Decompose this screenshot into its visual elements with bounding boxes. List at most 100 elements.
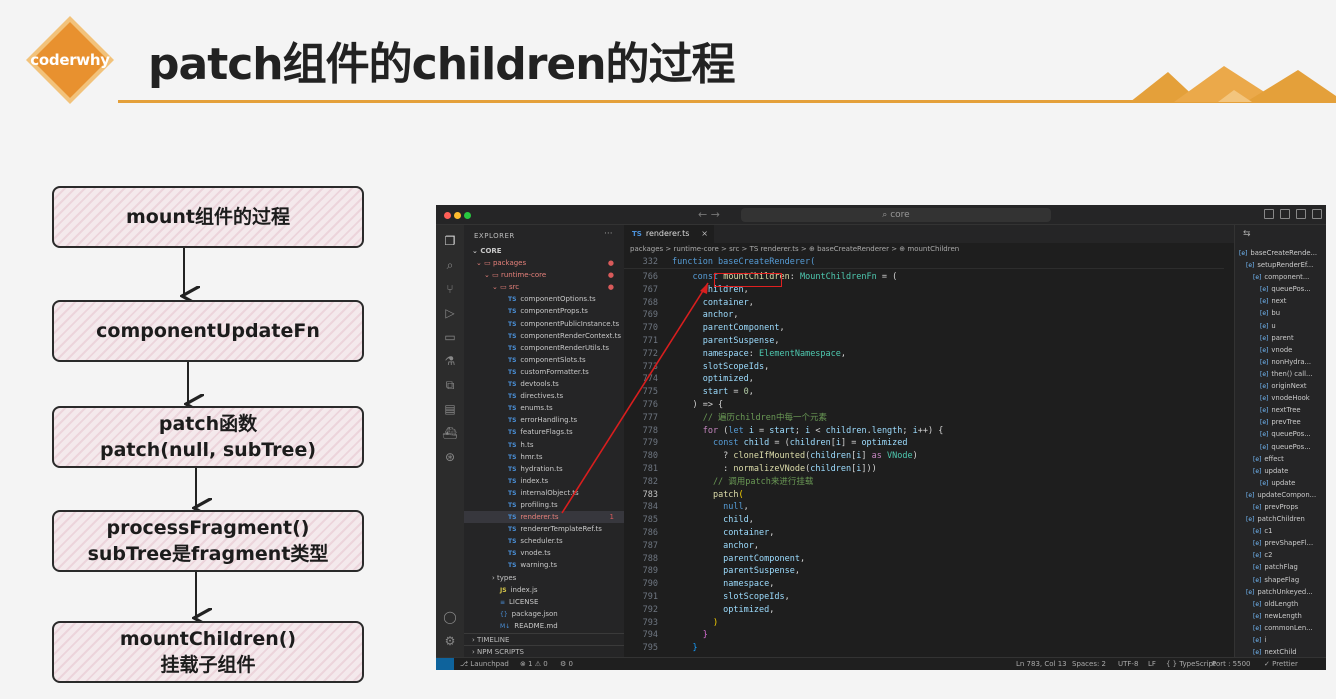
account-icon[interactable]: ◯ [442,609,458,625]
outline-item[interactable]: [e] commonLen... [1235,622,1326,634]
code-line[interactable]: 785 child, [624,514,1184,527]
outline-item[interactable]: [e] u [1235,320,1326,332]
prettier-status[interactable]: ✓ Prettier [1264,658,1298,670]
outline-item[interactable]: [e] update [1235,465,1326,477]
live-server-port[interactable]: Port : 5500 [1212,658,1251,670]
code-line[interactable]: 770 parentComponent, [624,322,1184,335]
file-tree-item[interactable]: TS directives.ts [464,390,624,402]
file-tree-item[interactable]: JS index.js [464,584,624,596]
outline-item[interactable]: [e] c1 [1235,525,1326,537]
code-line[interactable]: 777 // 遍历children中每一个元素 [624,412,1184,425]
outline-item[interactable]: [e] vnode [1235,344,1326,356]
outline-item[interactable]: [e] nextTree [1235,404,1326,416]
outline-item[interactable]: [e] shapeFlag [1235,574,1326,586]
outline-item[interactable]: [e] patchUnkeyed... [1235,586,1326,598]
file-tree-item[interactable]: TS hydration.ts [464,463,624,475]
source-control-icon[interactable]: ⑂ [442,281,458,297]
file-tree-item[interactable]: TS customFormatter.ts [464,366,624,378]
code-line[interactable]: 788 parentComponent, [624,553,1184,566]
run-debug-icon[interactable]: ▷ [442,305,458,321]
close-window-button[interactable] [444,212,451,219]
code-line[interactable]: 784 null, [624,501,1184,514]
outline-item[interactable]: [e] queuePos... [1235,441,1326,453]
code-line[interactable]: 782 // 调用patch来进行挂载 [624,476,1184,489]
outline-item[interactable]: [e] update [1235,477,1326,489]
outline-item[interactable]: [e] prevShapeFl... [1235,537,1326,549]
outline-item[interactable]: [e] patchFlag [1235,561,1326,573]
file-tree-item[interactable]: TS profiling.ts [464,499,624,511]
file-tree-item[interactable]: › types [464,572,624,584]
code-line[interactable]: 786 container, [624,527,1184,540]
language-mode[interactable]: { } TypeScript [1166,658,1216,670]
outline-item[interactable]: [e] then() call... [1235,368,1326,380]
encoding[interactable]: UTF-8 [1118,658,1138,670]
file-tree-item[interactable]: TS enums.ts [464,402,624,414]
file-tree-item[interactable]: TS devtools.ts [464,378,624,390]
file-tree-item[interactable]: TS renderer.ts 1 [464,511,624,524]
indentation[interactable]: Spaces: 2 [1072,658,1106,670]
search-icon[interactable]: ⌕ [442,257,458,273]
end-of-line[interactable]: LF [1148,658,1156,670]
code-line[interactable]: 793 ) [624,617,1184,630]
file-tree-item[interactable]: TS rendererTemplateRef.ts [464,523,624,535]
code-line[interactable]: 780 ? cloneIfMounted(children[i] as VNod… [624,450,1184,463]
timeline-section[interactable]: › TIMELINE [464,633,624,645]
code-line[interactable]: 779 const child = (children[i] = optimiz… [624,437,1184,450]
code-line[interactable]: 766 const mountChildren: MountChildrenFn… [624,271,1184,284]
file-tree-item[interactable]: M↓ README.md [464,620,624,632]
code-line[interactable]: 795 } [624,642,1184,655]
code-line[interactable]: 789 parentSuspense, [624,565,1184,578]
file-tree-item[interactable]: TS featureFlags.ts [464,426,624,438]
command-search[interactable]: ⌕ core [741,208,1051,222]
file-tree-item[interactable]: TS componentRenderUtils.ts [464,342,624,354]
outline-item[interactable]: [e] newLength [1235,610,1326,622]
file-tree-item[interactable]: TS errorHandling.ts [464,414,624,426]
outline-item[interactable]: [e] setupRenderEf... [1235,259,1326,271]
code-line[interactable]: 783 patch( [624,489,1184,502]
minimize-window-button[interactable] [454,212,461,219]
outline-item[interactable]: [e] vnodeHook [1235,392,1326,404]
settings-gear-icon[interactable]: ⚙ [442,633,458,649]
code-line[interactable]: 768 container, [624,297,1184,310]
outline-item[interactable]: [e] prevTree [1235,416,1326,428]
file-tree-item[interactable]: {} package.json [464,608,624,620]
file-tree-item[interactable]: ⌄ ▭ packages ● [464,257,624,269]
code-line[interactable]: 778 for (let i = start; i < children.len… [624,425,1184,438]
code-line[interactable]: 781 : normalizeVNode(children[i])) [624,463,1184,476]
more-actions-icon[interactable]: ··· [604,229,613,239]
file-tree-item[interactable]: TS componentSlots.ts [464,354,624,366]
testing-icon[interactable]: ⚗ [442,353,458,369]
outline-item[interactable]: [e] baseCreateRende... [1235,247,1326,259]
docker-icon[interactable]: ⛴ [442,425,458,441]
outline-item[interactable]: [e] next [1235,295,1326,307]
file-tree-item[interactable]: TS componentOptions.ts [464,293,624,305]
outline-icon[interactable]: ⇆ [1243,229,1251,239]
code-line[interactable]: 773 slotScopeIds, [624,361,1184,374]
outline-item[interactable]: [e] effect [1235,453,1326,465]
file-tree-item[interactable]: TS componentRenderContext.ts [464,330,624,342]
breadcrumb[interactable]: packages > runtime-core > src > TS rende… [630,245,959,253]
code-line[interactable]: 792 optimized, [624,604,1184,617]
folder-icon[interactable]: ▤ [442,401,458,417]
close-tab-icon[interactable]: × [701,225,708,243]
outline-item[interactable]: [e] queuePos... [1235,283,1326,295]
code-lines[interactable]: 766 const mountChildren: MountChildrenFn… [624,271,1184,655]
file-tree-item[interactable]: TS hmr.ts [464,451,624,463]
launchpad-item[interactable]: ⎇ Launchpad [460,658,509,670]
outline-item[interactable]: [e] queuePos... [1235,428,1326,440]
file-tree-item[interactable]: ⌄ ▭ src ● [464,281,624,293]
remote-explorer-icon[interactable]: ▭ [442,329,458,345]
code-line[interactable]: 776 ) => { [624,399,1184,412]
customize-layout-icon[interactable] [1312,209,1322,219]
file-tree-item[interactable]: TS scheduler.ts [464,535,624,547]
file-tree-item[interactable]: TS componentProps.ts [464,305,624,317]
code-line[interactable]: 769 anchor, [624,309,1184,322]
toggle-sidebar-icon[interactable] [1264,209,1274,219]
file-tree-item[interactable]: ⌄ CORE [464,245,624,257]
toggle-panel-icon[interactable] [1280,209,1290,219]
outline-item[interactable]: [e] updateCompon... [1235,489,1326,501]
file-tree-item[interactable]: ⌄ ▭ runtime-core ● [464,269,624,281]
file-tree-item[interactable]: TS h.ts [464,439,624,451]
nav-arrows-icon[interactable]: ← → [698,208,720,221]
code-line[interactable]: 767 children, [624,284,1184,297]
